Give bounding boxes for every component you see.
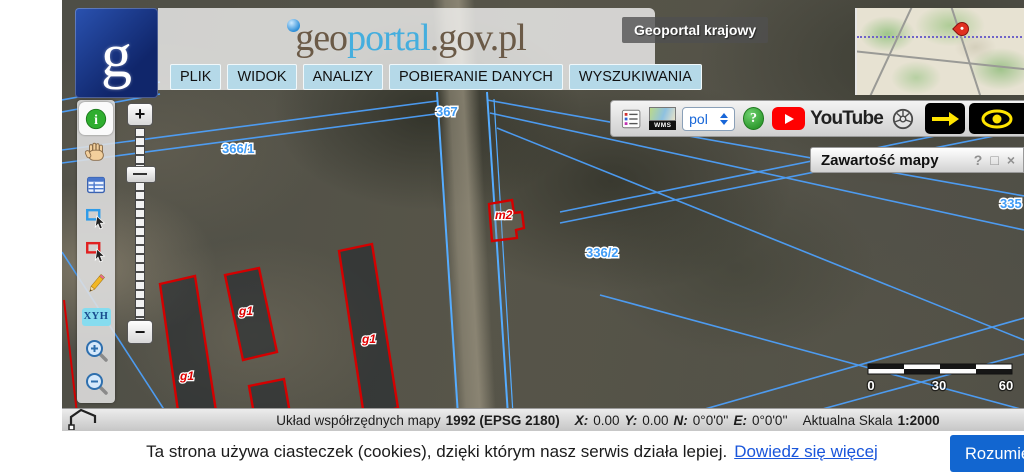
pan-tool-button[interactable] xyxy=(79,135,113,168)
identify-tool-button[interactable]: i xyxy=(79,102,113,135)
help-button[interactable]: ? xyxy=(743,107,764,130)
xyh-coordinates-icon: XYH xyxy=(82,308,111,326)
top-right-toolbar: WMS pol ? YouTube xyxy=(610,100,1024,137)
left-toolbar: i xyxy=(77,100,115,403)
e-label: E: xyxy=(733,413,747,428)
youtube-label: YouTube xyxy=(810,108,883,130)
attribute-table-icon xyxy=(84,173,108,197)
building-outlines xyxy=(64,200,524,431)
wheel-settings-icon[interactable] xyxy=(891,106,915,132)
panel-help-button[interactable]: ? xyxy=(974,153,983,167)
parcel-label: 336/2 xyxy=(586,245,619,260)
menu-item-widok[interactable]: WIDOK xyxy=(227,64,296,90)
x-label: X: xyxy=(575,413,589,428)
wms-label: WMS xyxy=(649,121,676,130)
overview-road xyxy=(949,8,988,95)
panel-title: Zawartość mapy xyxy=(821,152,966,169)
zoom-out-button[interactable]: − xyxy=(127,320,153,344)
menu-item-plik[interactable]: PLIK xyxy=(170,64,221,90)
parcel-label: 366/1 xyxy=(222,141,255,156)
cookie-message: Ta strona używa ciasteczek (cookies), dz… xyxy=(146,442,727,462)
overview-map[interactable] xyxy=(855,8,1024,95)
n-value: 0°0'0'' xyxy=(693,413,729,428)
select-rect-red-button[interactable] xyxy=(79,234,113,267)
contrast-eye-button[interactable] xyxy=(969,103,1024,134)
header-bar: geoportal.gov.pl PLIK WIDOK ANALIZY POBI… xyxy=(158,8,655,90)
scale-tick-label: 30 xyxy=(932,378,946,393)
youtube-play-icon xyxy=(772,107,805,130)
building-label: g1 xyxy=(238,304,253,318)
e-value: 0°0'0'' xyxy=(752,413,788,428)
info-icon: i xyxy=(84,107,108,131)
road-boundary-lines xyxy=(437,92,514,431)
arrow-right-icon xyxy=(929,110,961,128)
scale-tick-label: 0 xyxy=(867,378,874,393)
scale-value: 1:2000 xyxy=(898,413,940,428)
scale-tick-label: 60 xyxy=(999,378,1013,393)
site-badge: Geoportal krajowy xyxy=(622,17,768,43)
accessibility-buttons xyxy=(925,103,1024,134)
y-value: 0.00 xyxy=(642,413,668,428)
wordmark-geo: geo xyxy=(295,17,347,59)
building-label: m2 xyxy=(495,208,513,222)
cookie-accept-button[interactable]: Rozumiem xyxy=(950,435,1024,472)
menu-item-analizy[interactable]: ANALIZY xyxy=(303,64,383,90)
zoom-in-icon xyxy=(84,338,108,362)
menu-item-pobieranie-danych[interactable]: POBIERANIE DANYCH xyxy=(389,64,563,90)
draw-tool-button[interactable] xyxy=(79,267,113,300)
language-value: pol xyxy=(689,111,708,127)
parcel-label: 335 xyxy=(1000,196,1022,211)
attribute-table-button[interactable] xyxy=(79,168,113,201)
zoom-slider-handle[interactable] xyxy=(126,166,156,183)
wordmark: geoportal.gov.pl xyxy=(158,16,655,60)
parcel-label: 367 xyxy=(436,104,458,119)
railway-line xyxy=(857,36,1024,38)
geoportal-logo[interactable]: g xyxy=(75,8,158,98)
cookie-bar: Ta strona używa ciasteczek (cookies), dz… xyxy=(0,431,1024,472)
panel-maximize-button[interactable]: □ xyxy=(990,153,998,167)
cookie-learn-more-link[interactable]: Dowiedz się więcej xyxy=(734,442,878,462)
building-label: g1 xyxy=(179,369,194,383)
measure-area-button[interactable] xyxy=(66,406,100,430)
eye-icon xyxy=(977,108,1021,130)
logo-g-glyph: g xyxy=(101,25,132,87)
select-rect-red-icon xyxy=(84,239,108,263)
y-label: Y: xyxy=(624,413,637,428)
legend-icon[interactable] xyxy=(621,108,641,130)
zoom-in-tool-button[interactable] xyxy=(79,333,113,366)
zoom-slider-track[interactable] xyxy=(135,128,145,320)
panel-close-button[interactable]: × xyxy=(1007,153,1015,167)
main-menu: PLIK WIDOK ANALIZY POBIERANIE DANYCH WYS… xyxy=(170,64,702,90)
n-label: N: xyxy=(674,413,688,428)
scale-bar: 0 30 60 xyxy=(867,364,1013,393)
status-bar: Układ współrzędnych mapy 1992 (EPSG 2180… xyxy=(62,408,1024,431)
crs-value: 1992 (EPSG 2180) xyxy=(446,413,560,428)
pencil-draw-icon xyxy=(84,272,108,296)
select-rect-blue-icon xyxy=(84,206,108,230)
zoom-out-tool-button[interactable] xyxy=(79,366,113,399)
measure-area-icon xyxy=(66,406,100,430)
select-rect-blue-button[interactable] xyxy=(79,201,113,234)
zoom-out-icon xyxy=(84,371,108,395)
svg-text:i: i xyxy=(94,112,98,127)
wordmark-suffix: .gov.pl xyxy=(430,17,526,59)
language-select[interactable]: pol xyxy=(682,107,735,131)
map-content-panel-header[interactable]: Zawartość mapy ? □ × xyxy=(810,147,1024,173)
youtube-link[interactable]: YouTube xyxy=(772,107,883,130)
scale-label: Aktualna Skala xyxy=(803,413,893,428)
menu-item-wyszukiwania[interactable]: WYSZUKIWANIA xyxy=(569,64,702,90)
chevron-updown-icon xyxy=(720,113,728,125)
pan-hand-icon xyxy=(84,140,108,164)
xyh-coordinates-button[interactable]: XYH xyxy=(79,300,113,333)
crs-label: Układ współrzędnych mapy xyxy=(276,413,440,428)
wms-map-thumbnail xyxy=(649,107,676,121)
building-label: g1 xyxy=(361,332,376,346)
skip-arrow-button[interactable] xyxy=(925,103,965,134)
wordmark-portal: portal xyxy=(347,17,430,59)
x-value: 0.00 xyxy=(593,413,619,428)
wms-icon[interactable]: WMS xyxy=(649,107,674,130)
zoom-in-button[interactable]: + xyxy=(127,103,153,126)
